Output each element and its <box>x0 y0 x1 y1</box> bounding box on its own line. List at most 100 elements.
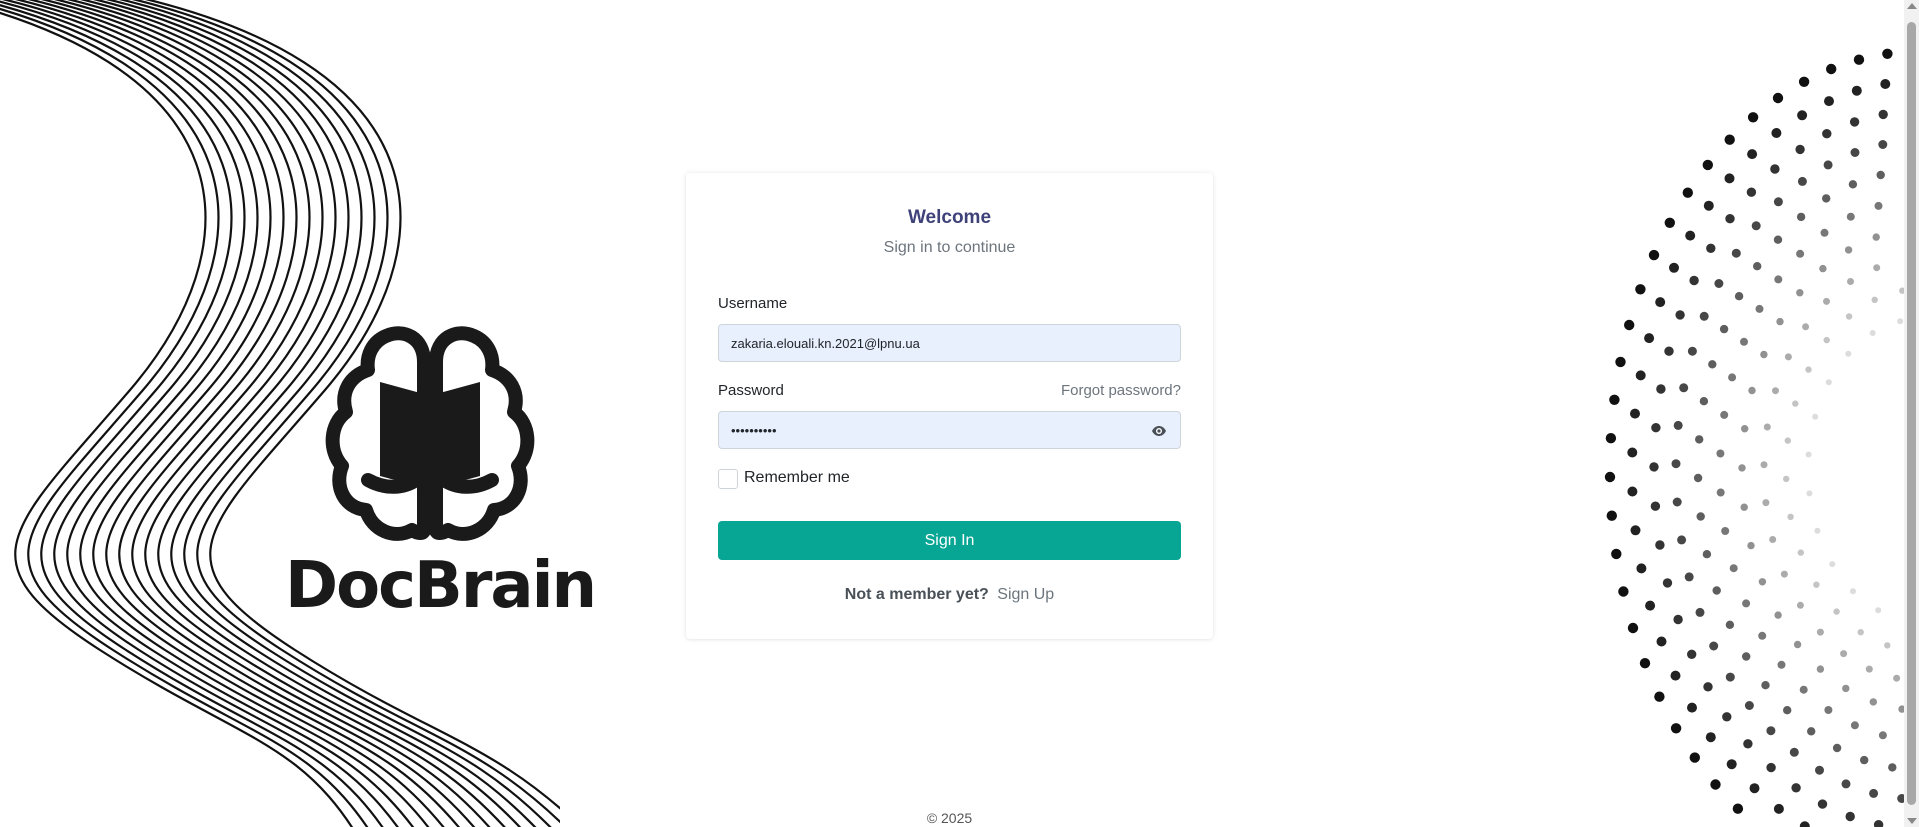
decor-dot <box>1897 318 1904 325</box>
decor-dot <box>1673 420 1683 430</box>
decor-dot <box>1841 779 1851 789</box>
decor-dot <box>1605 433 1617 444</box>
sign-in-button[interactable]: Sign In <box>718 521 1181 560</box>
eye-icon[interactable] <box>1151 423 1167 439</box>
scroll-down-arrow-icon[interactable] <box>1907 818 1917 824</box>
decor-dot <box>1635 370 1646 381</box>
decor-dot <box>1802 323 1810 331</box>
decor-dot <box>1714 279 1724 288</box>
decor-dot <box>1826 63 1837 75</box>
decor-dot <box>1783 706 1792 715</box>
decor-dot <box>1816 665 1825 673</box>
decor-dot <box>1689 752 1700 763</box>
decor-dot <box>1664 346 1674 356</box>
decor-dot <box>1825 379 1832 386</box>
decor-dot <box>1776 317 1784 326</box>
decor-dot <box>1684 572 1694 582</box>
decor-dot <box>1853 54 1865 65</box>
signup-question: Not a member yet? <box>844 586 989 603</box>
decor-dot <box>1793 640 1802 649</box>
decor-dot <box>1823 297 1830 305</box>
decor-dot <box>1627 622 1639 634</box>
decor-dot <box>1770 164 1780 174</box>
decor-dot <box>1699 397 1709 406</box>
decor-dot <box>1769 536 1777 543</box>
decor-dot <box>1675 310 1685 320</box>
decor-dot <box>1777 660 1786 669</box>
decor-dot <box>1872 233 1880 241</box>
decor-dot <box>1850 588 1856 595</box>
decor-dot <box>1763 423 1771 431</box>
sign-up-link[interactable]: Sign Up <box>997 586 1054 603</box>
decor-dot <box>1780 570 1788 578</box>
forgot-password-link[interactable]: Forgot password? <box>1061 382 1181 399</box>
decor-dot <box>1687 649 1697 659</box>
login-card: Welcome Sign in to continue Username Pas… <box>686 173 1213 639</box>
decor-dot <box>1772 92 1784 104</box>
decor-dot <box>1696 512 1705 521</box>
decor-dot <box>1771 128 1782 138</box>
decor-dot <box>1706 243 1716 253</box>
decor-dot <box>1716 488 1725 497</box>
decor-dot <box>1689 275 1699 286</box>
decor-dot <box>1722 712 1732 722</box>
decor-dot <box>1724 134 1735 145</box>
decor-dot <box>1627 486 1638 497</box>
decor-dot <box>1774 275 1783 284</box>
scroll-up-arrow-icon[interactable] <box>1907 3 1917 9</box>
decor-dot <box>1875 607 1882 614</box>
decor-dot <box>1878 140 1888 149</box>
decor-dot <box>1712 586 1721 595</box>
decor-dot <box>1888 763 1897 772</box>
decor-dot <box>1655 297 1666 308</box>
decor-dot <box>1845 313 1853 320</box>
vertical-scrollbar[interactable] <box>1904 0 1919 827</box>
decor-dot <box>1695 435 1704 444</box>
docbrain-logo: DocBrain <box>285 320 597 623</box>
decor-dot <box>1677 535 1687 545</box>
scrollbar-thumb[interactable] <box>1907 22 1916 805</box>
decor-dot <box>1784 353 1792 361</box>
decor-dot <box>1832 743 1842 753</box>
decor-dot <box>1720 410 1729 419</box>
password-input[interactable] <box>718 411 1181 449</box>
decor-dot <box>1829 561 1836 568</box>
decor-dot <box>1755 304 1764 313</box>
decor-dot <box>1813 581 1820 588</box>
decor-dot <box>1795 144 1805 155</box>
decor-dot <box>1773 235 1783 244</box>
decor-dot <box>1850 148 1860 157</box>
remember-me-checkbox[interactable] <box>718 469 738 489</box>
decor-dot <box>1787 513 1794 520</box>
decor-dot <box>1796 249 1805 258</box>
brand-wordmark: DocBrain <box>285 549 597 623</box>
login-subtitle: Sign in to continue <box>883 239 1016 256</box>
decor-dot <box>1742 599 1751 608</box>
decor-dot <box>1882 48 1893 59</box>
decor-dot <box>1604 471 1616 483</box>
decor-dot <box>1815 765 1824 775</box>
decor-dot <box>1797 549 1804 556</box>
decor-dot <box>1789 747 1799 757</box>
decor-dot <box>1880 79 1891 89</box>
decor-dot <box>1749 783 1760 794</box>
decor-dot <box>1823 336 1830 344</box>
decor-dot <box>1846 212 1855 221</box>
decor-dot <box>1761 681 1770 690</box>
decor-dot <box>1857 629 1864 636</box>
decor-dot <box>1655 540 1665 550</box>
decor-dot <box>1792 400 1799 407</box>
decor-dot <box>1824 96 1834 107</box>
decor-dot <box>1650 501 1661 511</box>
decor-dot <box>1845 350 1852 357</box>
decor-dot <box>1833 608 1840 615</box>
decor-dot <box>1874 201 1883 210</box>
decor-dot <box>1746 187 1757 197</box>
decor-dot <box>1630 408 1640 419</box>
decor-dot <box>1615 356 1626 368</box>
decor-dot <box>1738 464 1746 472</box>
brain-book-icon <box>325 326 535 541</box>
decor-dot <box>1636 563 1647 574</box>
username-input[interactable] <box>718 324 1181 362</box>
decor-dot <box>1702 159 1713 171</box>
